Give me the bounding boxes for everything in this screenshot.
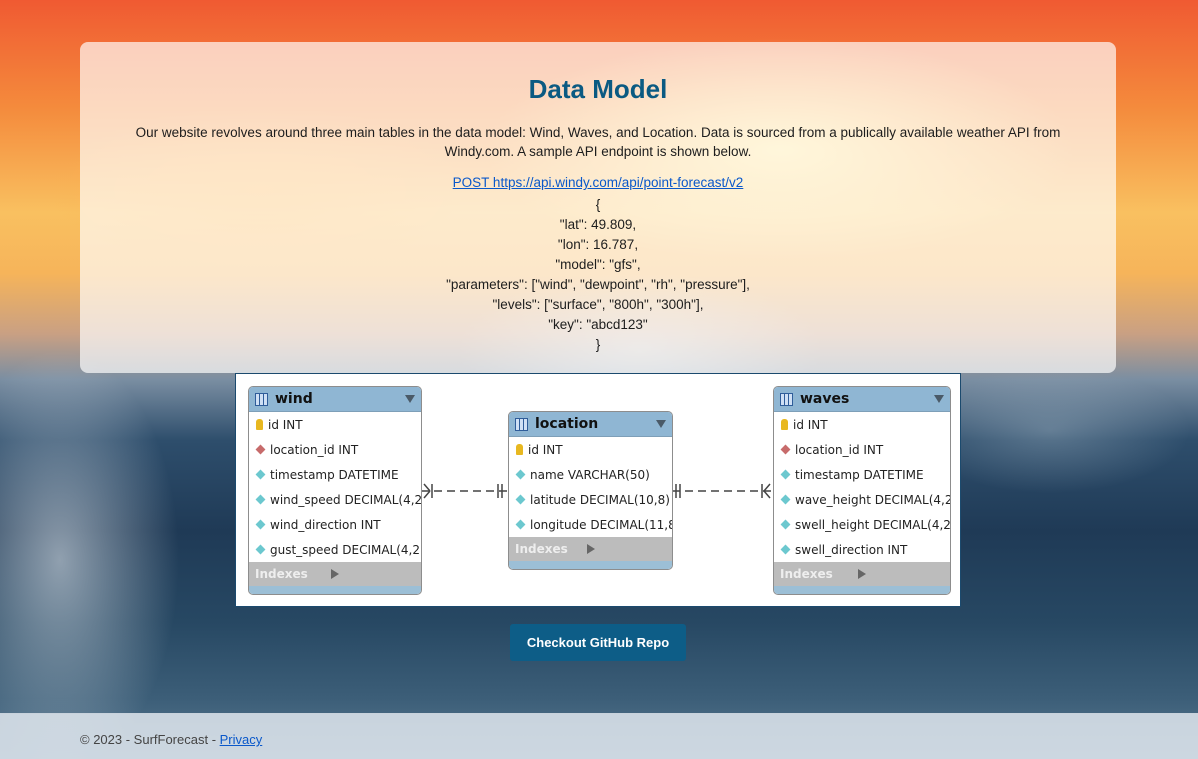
- column-label: longitude DECIMAL(11,8): [530, 517, 673, 532]
- indexes-section[interactable]: Indexes: [509, 537, 672, 561]
- column-icon: [515, 494, 526, 505]
- chevron-down-icon[interactable]: [656, 420, 666, 428]
- table-row: gust_speed DECIMAL(4,2): [249, 537, 421, 562]
- table-name: waves: [800, 391, 850, 407]
- site-footer: © 2023 - SurfForecast - Privacy: [0, 713, 1198, 759]
- chevron-right-icon[interactable]: [858, 569, 944, 579]
- indexes-label: Indexes: [515, 542, 568, 556]
- column-icon: [515, 519, 526, 530]
- table-row: swell_direction INT: [774, 537, 950, 562]
- table-footer: [774, 586, 950, 594]
- column-label: wind_speed DECIMAL(4,2): [270, 492, 422, 507]
- column-icon: [515, 469, 526, 480]
- column-icon: [255, 494, 266, 505]
- column-icon: [780, 469, 791, 480]
- column-icon: [780, 519, 791, 530]
- wind-table[interactable]: wind id INT location_id INT timestamp DA…: [248, 386, 422, 595]
- column-label: wind_direction INT: [270, 517, 381, 532]
- column-icon: [780, 544, 791, 555]
- column-label: timestamp DATETIME: [795, 467, 924, 482]
- json-line: "lat": 49.809,: [559, 217, 637, 232]
- json-line: }: [595, 337, 601, 352]
- indexes-section[interactable]: Indexes: [249, 562, 421, 586]
- table-name: location: [535, 416, 599, 432]
- table-row: id INT: [774, 412, 950, 437]
- privacy-link[interactable]: Privacy: [220, 732, 263, 747]
- primary-key-icon: [781, 419, 788, 430]
- column-label: gust_speed DECIMAL(4,2): [270, 542, 422, 557]
- foreign-key-icon: [780, 444, 791, 455]
- github-repo-button[interactable]: Checkout GitHub Repo: [510, 624, 686, 661]
- chevron-right-icon[interactable]: [586, 544, 667, 554]
- column-icon: [255, 469, 266, 480]
- table-row: location_id INT: [774, 437, 950, 462]
- column-label: latitude DECIMAL(10,8): [530, 492, 670, 507]
- column-label: timestamp DATETIME: [270, 467, 399, 482]
- table-icon: [780, 392, 793, 406]
- page-title: Data Model: [528, 74, 668, 104]
- json-line: "lon": 16.787,: [557, 237, 639, 252]
- table-header[interactable]: waves: [774, 387, 950, 412]
- chevron-down-icon[interactable]: [405, 395, 415, 403]
- table-header[interactable]: location: [509, 412, 672, 437]
- table-icon: [255, 392, 268, 406]
- data-model-description: Our website revolves around three main t…: [135, 125, 1061, 159]
- table-name: wind: [275, 391, 313, 407]
- column-label: location_id INT: [270, 442, 359, 457]
- chevron-right-icon[interactable]: [331, 569, 415, 579]
- primary-key-icon: [256, 419, 263, 430]
- copyright-text: © 2023 - SurfForecast -: [80, 732, 220, 747]
- waves-table[interactable]: waves id INT location_id INT timestamp D…: [773, 386, 951, 595]
- column-label: swell_direction INT: [795, 542, 908, 557]
- json-line: {: [595, 197, 601, 212]
- table-row: swell_height DECIMAL(4,2): [774, 512, 950, 537]
- column-label: swell_height DECIMAL(4,2): [795, 517, 951, 532]
- json-line: "model": "gfs",: [555, 257, 641, 272]
- table-row: wind_direction INT: [249, 512, 421, 537]
- api-endpoint-link[interactable]: POST https://api.windy.com/api/point-for…: [453, 175, 744, 190]
- sample-request-json: { "lat": 49.809, "lon": 16.787, "model":…: [80, 195, 1116, 355]
- column-label: wave_height DECIMAL(4,2): [795, 492, 951, 507]
- table-icon: [515, 417, 528, 431]
- indexes-label: Indexes: [255, 567, 308, 581]
- table-row: latitude DECIMAL(10,8): [509, 487, 672, 512]
- column-icon: [780, 494, 791, 505]
- column-icon: [255, 544, 266, 555]
- table-row: wind_speed DECIMAL(4,2): [249, 487, 421, 512]
- json-line: "key": "abcd123": [548, 317, 648, 332]
- table-row: timestamp DATETIME: [249, 462, 421, 487]
- table-row: id INT: [509, 437, 672, 462]
- primary-key-icon: [516, 444, 523, 455]
- location-table[interactable]: location id INT name VARCHAR(50) latitud…: [508, 411, 673, 570]
- table-header[interactable]: wind: [249, 387, 421, 412]
- column-label: id INT: [268, 417, 303, 432]
- json-line: "parameters": ["wind", "dewpoint", "rh",…: [446, 277, 750, 292]
- json-line: "levels": ["surface", "800h", "300h"],: [492, 297, 704, 312]
- column-label: location_id INT: [795, 442, 884, 457]
- table-row: longitude DECIMAL(11,8): [509, 512, 672, 537]
- indexes-section[interactable]: Indexes: [774, 562, 950, 586]
- table-row: location_id INT: [249, 437, 421, 462]
- table-footer: [509, 561, 672, 569]
- column-label: name VARCHAR(50): [530, 467, 650, 482]
- chevron-down-icon[interactable]: [934, 395, 944, 403]
- foreign-key-icon: [255, 444, 266, 455]
- er-diagram: wind id INT location_id INT timestamp DA…: [235, 373, 961, 607]
- data-model-card: Data Model Our website revolves around t…: [80, 42, 1116, 373]
- table-row: timestamp DATETIME: [774, 462, 950, 487]
- column-label: id INT: [793, 417, 828, 432]
- table-row: name VARCHAR(50): [509, 462, 672, 487]
- column-icon: [255, 519, 266, 530]
- indexes-label: Indexes: [780, 567, 833, 581]
- column-label: id INT: [528, 442, 563, 457]
- table-row: id INT: [249, 412, 421, 437]
- table-row: wave_height DECIMAL(4,2): [774, 487, 950, 512]
- table-footer: [249, 586, 421, 594]
